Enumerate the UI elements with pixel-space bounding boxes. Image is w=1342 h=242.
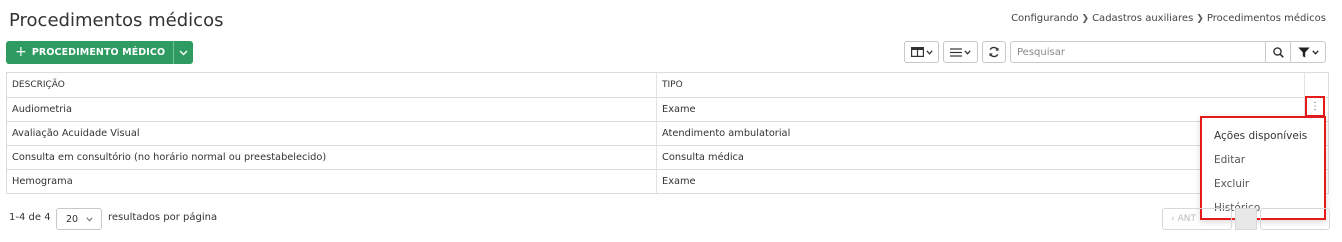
density-button[interactable] <box>943 41 978 63</box>
cell-descricao: Consulta em consultório (no horário norm… <box>7 146 657 169</box>
search-input[interactable] <box>1010 41 1266 63</box>
add-options-dropdown-button[interactable] <box>173 41 194 64</box>
search-button[interactable] <box>1265 41 1291 63</box>
plus-icon: + <box>15 44 27 60</box>
breadcrumb-item-configurando[interactable]: Configurando <box>1011 13 1078 24</box>
search-icon <box>1272 46 1284 58</box>
filter-icon <box>1297 47 1310 57</box>
previous-page-button[interactable]: ‹ ANT <box>1162 208 1232 230</box>
chevron-down-icon <box>925 49 933 55</box>
column-header-actions <box>1305 73 1328 97</box>
table-row[interactable]: Consulta em consultório (no horário norm… <box>7 145 1328 169</box>
actions-menu-title: Ações disponíveis <box>1214 130 1308 142</box>
per-page-select[interactable]: 20 <box>56 208 102 230</box>
page-title: Procedimentos médicos <box>9 10 224 31</box>
row-actions-button[interactable]: ⋮ <box>1305 96 1325 117</box>
chevron-right-icon: ❯ <box>1196 13 1204 24</box>
chevron-down-icon <box>86 216 93 222</box>
table-row[interactable]: Avaliação Acuidade Visual Atendimento am… <box>7 121 1328 145</box>
per-page-value: 20 <box>66 213 79 225</box>
breadcrumb-item-cadastros[interactable]: Cadastros auxiliares <box>1092 13 1193 24</box>
table-header-row: DESCRIÇÃO TIPO <box>7 73 1328 97</box>
columns-button[interactable] <box>904 41 939 63</box>
table-row[interactable]: Hemograma Exame <box>7 169 1328 193</box>
previous-page-label: ANT <box>1177 214 1196 224</box>
refresh-button[interactable] <box>982 41 1006 63</box>
more-vertical-icon: ⋮ <box>1310 100 1320 112</box>
add-procedure-button[interactable]: + PROCEDIMENTO MÉDICO <box>6 41 174 64</box>
column-header-tipo[interactable]: TIPO <box>657 73 1305 97</box>
next-page-button[interactable] <box>1260 208 1330 230</box>
cell-descricao: Avaliação Acuidade Visual <box>7 122 657 145</box>
chevron-down-icon <box>179 50 188 55</box>
menu-item-excluir[interactable]: Excluir <box>1202 172 1324 196</box>
list-icon <box>950 47 962 57</box>
row-actions-menu: Ações disponíveis Editar Excluir Históri… <box>1200 116 1326 220</box>
per-page-label: resultados por página <box>108 212 218 223</box>
menu-item-editar[interactable]: Editar <box>1202 148 1324 172</box>
procedures-table: DESCRIÇÃO TIPO Audiometria Exame Avaliaç… <box>6 72 1329 194</box>
add-procedure-button-group: + PROCEDIMENTO MÉDICO <box>6 41 194 64</box>
breadcrumb-item-current: Procedimentos médicos <box>1206 13 1326 24</box>
results-count: 1-4 de 4 <box>9 212 51 223</box>
current-page-button[interactable] <box>1235 208 1257 230</box>
column-header-descricao[interactable]: DESCRIÇÃO <box>7 73 657 97</box>
chevron-down-icon <box>964 49 971 55</box>
cell-descricao: Audiometria <box>7 98 657 121</box>
refresh-icon <box>989 46 999 58</box>
add-procedure-label: PROCEDIMENTO MÉDICO <box>31 47 166 58</box>
breadcrumb: Configurando ❯ Cadastros auxiliares ❯ Pr… <box>1011 13 1326 24</box>
columns-icon <box>910 47 924 57</box>
filter-button[interactable] <box>1290 41 1326 63</box>
cell-descricao: Hemograma <box>7 170 657 193</box>
chevron-right-icon: ❯ <box>1081 13 1090 24</box>
chevron-left-icon: ‹ <box>1171 214 1175 224</box>
chevron-down-icon <box>1311 49 1319 55</box>
table-row[interactable]: Audiometria Exame <box>7 97 1328 121</box>
